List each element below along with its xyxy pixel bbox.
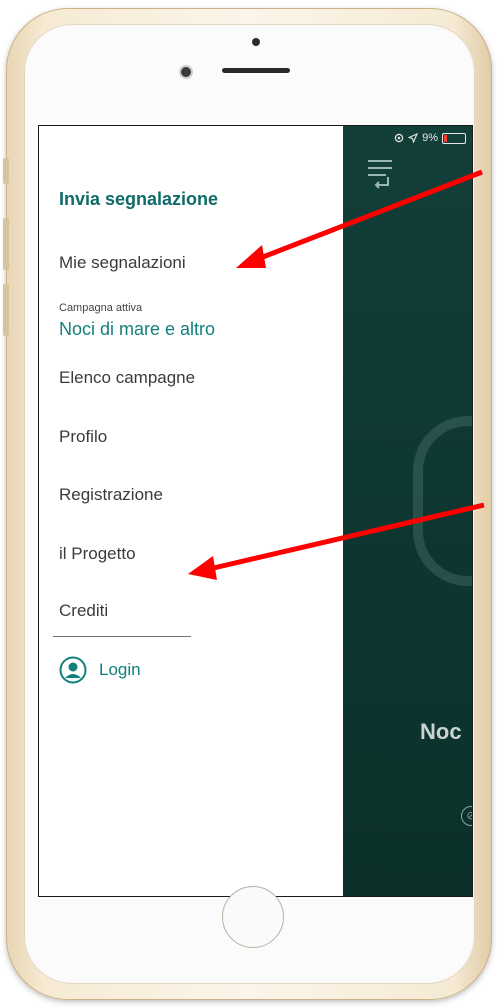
rotation-lock-icon xyxy=(394,133,404,143)
menu-item-crediti[interactable]: Crediti xyxy=(59,601,108,621)
menu-divider xyxy=(53,636,191,637)
menu-item-il-progetto[interactable]: il Progetto xyxy=(59,544,136,564)
active-campaign-value[interactable]: Noci di mare e altro xyxy=(59,319,215,340)
background-app: 9% Noc ⊘ xyxy=(343,126,472,896)
user-circle-icon xyxy=(59,656,87,684)
login-label: Login xyxy=(99,660,141,679)
phone-side-button-3 xyxy=(3,284,9,336)
background-title: Noc xyxy=(420,719,462,744)
menu-item-profilo[interactable]: Profilo xyxy=(59,427,107,447)
menu-item-invia-segnalazione[interactable]: Invia segnalazione xyxy=(59,189,218,210)
navigation-drawer: Invia segnalazione Mie segnalazioni Camp… xyxy=(39,126,343,896)
battery-percentage: 9% xyxy=(422,132,438,144)
front-camera xyxy=(181,67,191,77)
status-bar: 9% xyxy=(394,132,466,144)
menu-item-registrazione[interactable]: Registrazione xyxy=(59,485,163,505)
phone-side-button-2 xyxy=(3,218,9,270)
menu-item-elenco-campagne[interactable]: Elenco campagne xyxy=(59,368,195,388)
app-logo-shape xyxy=(413,416,472,586)
background-small-icon: ⊘ xyxy=(461,806,472,826)
active-campaign-label: Campagna attiva xyxy=(59,302,143,314)
login-button[interactable]: Login xyxy=(59,656,141,684)
hamburger-menu-icon[interactable] xyxy=(368,160,394,190)
earpiece-speaker xyxy=(222,68,290,73)
phone-screen: 9% Noc ⊘ Invia segnalazione Mie segnalaz… xyxy=(38,125,473,897)
phone-side-button-1 xyxy=(3,158,9,184)
location-arrow-icon xyxy=(408,133,419,143)
battery-icon xyxy=(442,132,466,144)
menu-item-mie-segnalazioni[interactable]: Mie segnalazioni xyxy=(59,253,186,273)
home-button[interactable] xyxy=(222,886,284,948)
front-sensor xyxy=(252,38,260,46)
